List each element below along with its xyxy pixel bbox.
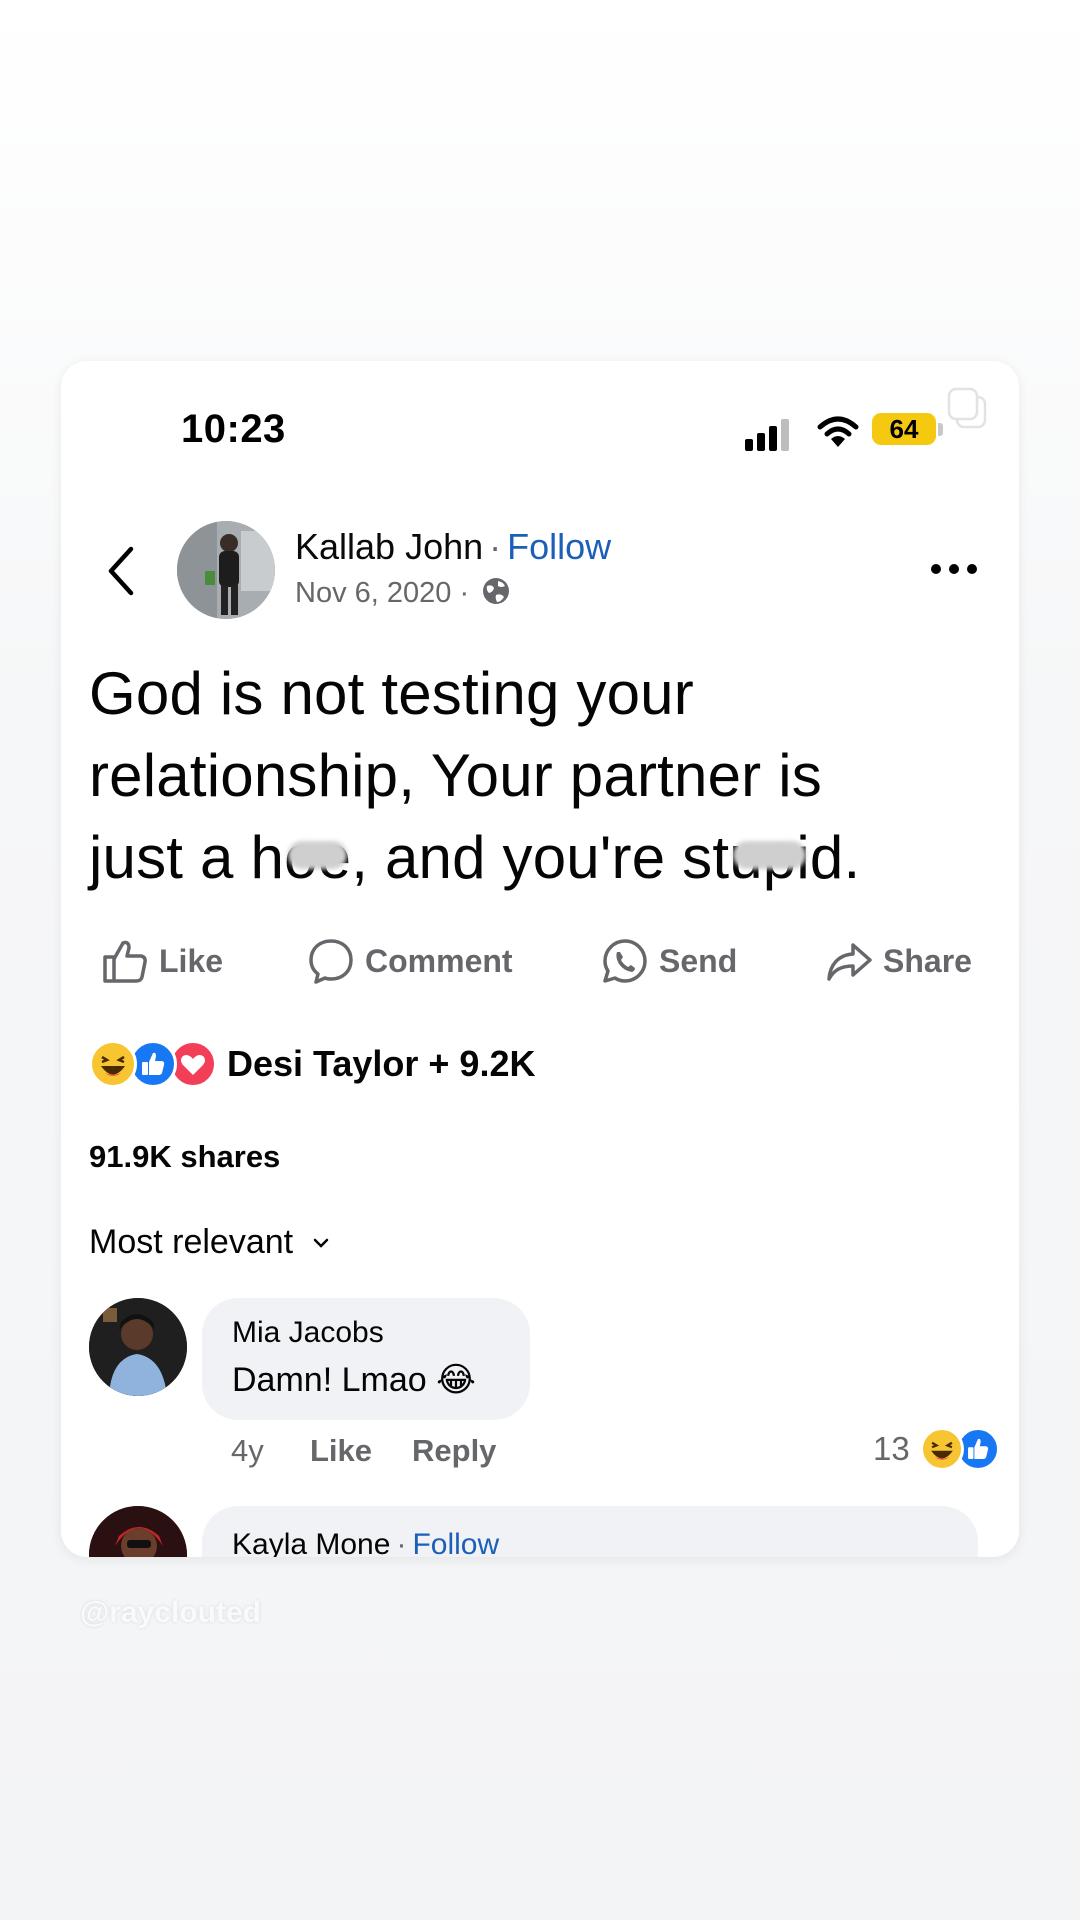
post-text-line: relationship, Your partner is [89, 742, 822, 809]
shares-count[interactable]: 91.9K shares [89, 1139, 280, 1175]
whatsapp-icon [603, 939, 647, 983]
laughing-tears-emoji: 😂 [436, 1361, 476, 1399]
follow-button[interactable]: Follow [507, 526, 611, 567]
haha-icon [89, 1040, 137, 1088]
status-time: 10:23 [181, 407, 286, 451]
author-separator: · [489, 526, 502, 567]
post-action-bar: Like Comment Send Share [61, 931, 1019, 1001]
post-text-line: God is not testing your [89, 660, 694, 727]
like-button[interactable]: Like [101, 931, 223, 991]
more-options-icon[interactable] [929, 557, 979, 581]
reactions-text: Desi Taylor + 9.2K [227, 1043, 536, 1084]
wifi-icon [817, 416, 859, 447]
send-button[interactable]: Send [601, 931, 737, 991]
screenshot-card: 10:23 64 Kallab John · Follow Nov 6, 202… [61, 361, 1019, 1557]
battery-tip [938, 423, 943, 436]
date-separator: · [459, 577, 470, 609]
globe-icon [483, 578, 510, 605]
comment-time: 4y [231, 1433, 264, 1468]
censored-word: upi [729, 817, 810, 899]
comment-bubble-icon [309, 939, 353, 984]
comment-sort-dropdown[interactable]: Most relevant [89, 1223, 329, 1262]
author-avatar[interactable] [177, 521, 275, 619]
watermark: @rayclouted [80, 1596, 261, 1629]
haha-icon [919, 1427, 964, 1471]
censored-word: oe [284, 817, 351, 899]
post-date-line: Nov 6, 2020 · [295, 577, 511, 610]
commenter-avatar[interactable] [89, 1298, 187, 1396]
share-button[interactable]: Share [825, 931, 972, 991]
comment-bubble[interactable]: Mia Jacobs Damn! Lmao 😂 [202, 1298, 530, 1420]
commenter-follow-button[interactable]: Follow [412, 1528, 499, 1557]
sort-label: Most relevant [89, 1223, 294, 1261]
comment-bubble[interactable]: Kayla Mone · Follow [202, 1506, 978, 1557]
chevron-down-icon [313, 1238, 329, 1248]
commenter-name[interactable]: Mia Jacobs [232, 1316, 384, 1350]
comment-text: Damn! Lmao 😂 [232, 1361, 476, 1399]
commenter-avatar[interactable] [89, 1506, 187, 1557]
comment-button[interactable]: Comment [307, 931, 513, 991]
cellular-signal-icon [745, 415, 793, 451]
copy-icon[interactable] [945, 387, 989, 431]
back-arrow-icon[interactable] [97, 543, 145, 599]
commenter-name-line: Kayla Mone · Follow [232, 1528, 499, 1557]
author-line: Kallab John · Follow [295, 526, 611, 568]
comment-reply-button[interactable]: Reply [412, 1433, 496, 1469]
commenter-name[interactable]: Kayla Mone [232, 1528, 390, 1557]
comment-like-button[interactable]: Like [310, 1433, 372, 1469]
comment-reaction-count: 13 [873, 1430, 910, 1467]
share-arrow-icon [827, 943, 872, 981]
post-text: God is not testing your relationship, Yo… [89, 653, 989, 899]
comment-reactions[interactable]: 13 [873, 1427, 1000, 1471]
reactions-summary[interactable]: Desi Taylor + 9.2K [89, 1039, 535, 1089]
battery-indicator: 64 [872, 413, 936, 445]
post-text-line: just a hoe, and you're stupid. [89, 817, 989, 899]
author-name[interactable]: Kallab John [295, 526, 483, 567]
thumbs-up-icon [103, 940, 147, 983]
post-date[interactable]: Nov 6, 2020 [295, 577, 451, 609]
